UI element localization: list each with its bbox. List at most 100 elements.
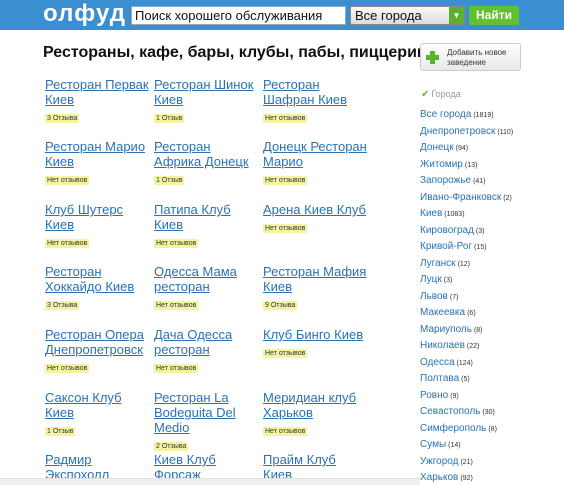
venue-card: Меридиан клуб Харьков Нет отзывов <box>263 390 368 438</box>
review-count-badge[interactable]: Нет отзывов <box>45 239 90 248</box>
city-link[interactable]: Николаев <box>420 340 465 351</box>
city-item: Житомир (13) <box>420 158 560 175</box>
review-count-badge[interactable]: Нет отзывов <box>263 224 308 233</box>
city-count: (2) <box>503 194 512 202</box>
logo[interactable]: олфуд <box>43 2 126 26</box>
review-count-badge[interactable]: 3 Отзыва <box>45 301 80 310</box>
venue-link[interactable]: Ресторан Хоккайдо Киев <box>45 264 150 294</box>
city-link[interactable]: Луганск <box>420 258 456 269</box>
venue-link[interactable]: Ресторан La Bodeguita Del Medio <box>154 390 259 435</box>
city-link[interactable]: Львов <box>420 291 448 302</box>
city-item: Луцк (3) <box>420 273 560 290</box>
city-link[interactable]: Макеевка <box>420 307 465 318</box>
venue-card: Ресторан Шафран Киев Нет отзывов <box>263 77 368 125</box>
venue-link[interactable]: Донецк Ресторан Марио <box>263 139 368 169</box>
venue-link[interactable]: Арена Киев Клуб <box>263 202 368 217</box>
page-title: Рестораны, кафе, бары, клубы, пабы, пицц… <box>43 44 427 61</box>
venue-link[interactable]: Ресторан Шинок Киев <box>154 77 259 107</box>
venue-link[interactable]: Клуб Шутерс Киев <box>45 202 150 232</box>
review-count-badge[interactable]: Нет отзывов <box>263 349 308 358</box>
city-link[interactable]: Харьков <box>420 472 458 483</box>
review-count-badge[interactable]: 3 Отзыва <box>45 114 80 123</box>
venue-card: Ресторан Африка Донецк 1 Отзыв <box>154 139 259 187</box>
city-link[interactable]: Все города <box>420 109 471 120</box>
review-count-badge[interactable]: Нет отзывов <box>263 176 308 185</box>
city-count: (3) <box>475 227 485 235</box>
city-count: (8) <box>473 326 483 334</box>
venue-card: Ресторан Мафия Киев 9 Отзыва <box>263 264 368 312</box>
city-link[interactable]: Житомир <box>420 159 463 170</box>
venue-card: Патипа Клуб Киев Нет отзывов <box>154 202 259 250</box>
city-link[interactable]: Кривой-Рог <box>420 241 472 252</box>
city-link[interactable]: Запорожье <box>420 175 471 186</box>
city-select-value: Все города <box>355 8 422 23</box>
city-link[interactable]: Днепропетровск <box>420 126 495 137</box>
review-count-badge[interactable]: 1 Отзыв <box>154 176 185 185</box>
venue-link[interactable]: Одесса Мама ресторан <box>154 264 259 294</box>
city-link[interactable]: Кировоград <box>420 225 474 236</box>
find-button[interactable]: Найти <box>469 6 519 25</box>
venue-link[interactable]: Ресторан Марио Киев <box>45 139 150 169</box>
review-count-badge[interactable]: Нет отзывов <box>154 364 199 373</box>
venue-link[interactable]: Ресторан Африка Донецк <box>154 139 259 169</box>
venue-link[interactable]: Ресторан Первак Киев <box>45 77 150 107</box>
venue-card: Клуб Бинго Киев Нет отзывов <box>263 327 368 360</box>
city-link[interactable]: Полтава <box>420 373 459 384</box>
city-select[interactable]: Все города ▼ <box>350 6 465 25</box>
city-count: (124) <box>456 359 473 367</box>
city-item: Сумы (14) <box>420 438 560 455</box>
search-input[interactable]: Поиск хорошего обслуживания <box>131 6 346 25</box>
review-count-badge[interactable]: Нет отзывов <box>154 301 199 310</box>
checkmark-icon: ✔ <box>421 89 430 100</box>
city-count: (7) <box>449 293 459 301</box>
venue-card: Ресторан La Bodeguita Del Medio 2 Отзыва <box>154 390 259 453</box>
review-count-badge[interactable]: 2 Отзыва <box>154 442 189 451</box>
city-link[interactable]: Мариуполь <box>420 324 472 335</box>
venue-link[interactable]: Патипа Клуб Киев <box>154 202 259 232</box>
venue-link[interactable]: Ресторан Опера Днепропетровск <box>45 327 150 357</box>
venue-card: Ресторан Первак Киев 3 Отзыва <box>45 77 150 125</box>
city-link[interactable]: Ивано-Франковск <box>420 192 501 203</box>
horizontal-scrollbar[interactable] <box>0 478 420 485</box>
city-count: (30) <box>482 409 495 416</box>
city-item: Николаев (22) <box>420 339 560 356</box>
review-count-badge[interactable]: 1 Отзыв <box>154 114 185 123</box>
venue-link[interactable]: Клуб Бинго Киев <box>263 327 368 342</box>
city-link[interactable]: Одесса <box>420 357 455 368</box>
city-item: Одесса (124) <box>420 356 560 373</box>
review-count-badge[interactable]: Нет отзывов <box>45 176 90 185</box>
city-link[interactable]: Симферополь <box>420 423 486 434</box>
city-count: (21) <box>460 458 473 466</box>
city-link[interactable]: Ровно <box>420 390 448 401</box>
venue-link[interactable]: Меридиан клуб Харьков <box>263 390 368 420</box>
add-venue-button[interactable]: Добавить новое заведение <box>420 43 521 71</box>
city-count: (1819) <box>473 112 494 119</box>
city-item: Севастополь (30) <box>420 405 560 422</box>
city-item: Донецк (94) <box>420 141 560 158</box>
review-count-badge[interactable]: Нет отзывов <box>45 364 90 373</box>
venue-card: Ресторан Хоккайдо Киев 3 Отзыва <box>45 264 150 312</box>
city-item: Днепропетровск (110) <box>420 125 560 142</box>
venue-card: Саксон Клуб Киев 1 Отзыв <box>45 390 150 438</box>
review-count-badge[interactable]: Нет отзывов <box>263 427 308 436</box>
city-count: (6) <box>467 310 476 317</box>
review-count-badge[interactable]: Нет отзывов <box>154 239 199 248</box>
city-link[interactable]: Ужгород <box>420 456 458 467</box>
city-link[interactable]: Севастополь <box>420 406 480 417</box>
venue-link[interactable]: Саксон Клуб Киев <box>45 390 150 420</box>
venue-link[interactable]: Дача Одесса ресторан <box>154 327 259 357</box>
venue-link[interactable]: Ресторан Шафран Киев <box>263 77 368 107</box>
city-link[interactable]: Сумы <box>420 439 446 450</box>
review-count-badge[interactable]: 9 Отзыва <box>263 301 298 310</box>
venue-card: Донецк Ресторан Марио Нет отзывов <box>263 139 368 187</box>
city-link[interactable]: Луцк <box>420 274 442 285</box>
city-link[interactable]: Донецк <box>420 142 454 153</box>
city-link[interactable]: Киев <box>420 208 442 219</box>
city-count: (22) <box>466 343 480 350</box>
city-item: Макеевка (6) <box>420 306 560 323</box>
city-item: Харьков (92) <box>420 471 560 485</box>
venue-link[interactable]: Ресторан Мафия Киев <box>263 264 368 294</box>
review-count-badge[interactable]: 1 Отзыв <box>45 427 76 436</box>
review-count-badge[interactable]: Нет отзывов <box>263 114 308 123</box>
venue-card: Одесса Мама ресторан Нет отзывов <box>154 264 259 312</box>
